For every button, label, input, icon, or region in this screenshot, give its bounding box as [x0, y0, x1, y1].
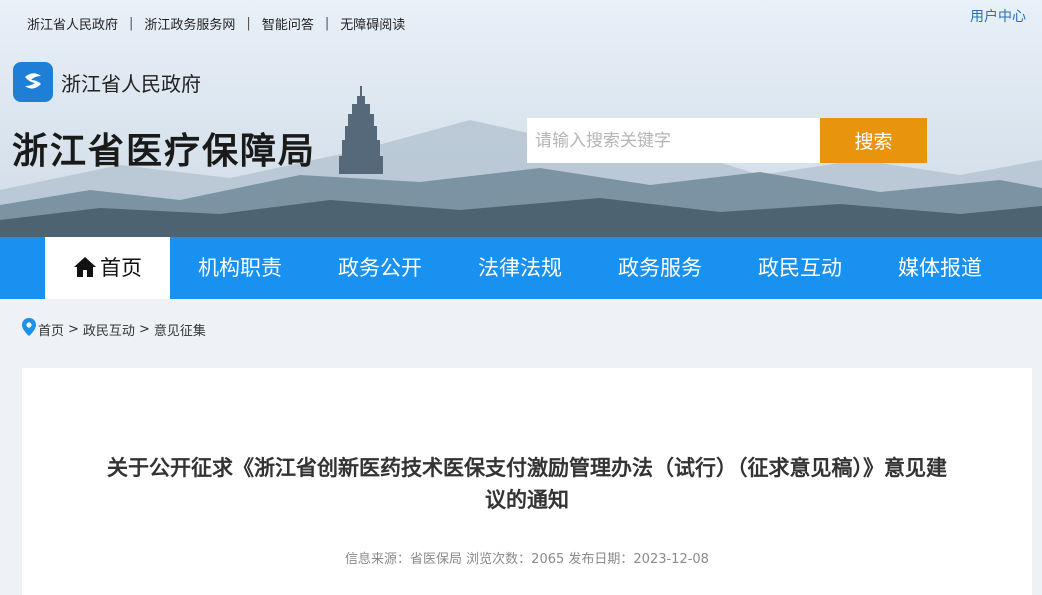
article-panel: 关于公开征求《浙江省创新医药技术医保支付激励管理办法（试行）（征求意见稿）》意见… — [22, 368, 1032, 595]
nav-item-gov-affairs[interactable]: 政务公开 — [310, 237, 450, 299]
site-header: 浙江省人民政府 | 浙江政务服务网 | 智能问答 | 无障碍阅读 用户中心 浙江… — [0, 0, 1042, 237]
breadcrumb-separator: > — [138, 321, 150, 337]
nav-item-home[interactable]: 首页 — [45, 237, 170, 299]
separator: | — [129, 16, 134, 31]
search-button[interactable]: 搜索 — [820, 118, 927, 163]
user-center-link[interactable]: 用户中心 — [970, 6, 1026, 26]
site-title: 浙江省医疗保障局 — [12, 131, 317, 172]
separator: | — [324, 16, 330, 31]
article-title: 关于公开征求《浙江省创新医药技术医保支付激励管理办法（试行）（征求意见稿）》意见… — [107, 456, 947, 512]
nav-item-org[interactable]: 机构职责 — [170, 237, 310, 299]
link-accessibility[interactable]: 无障碍阅读 — [340, 14, 405, 33]
breadcrumb-separator: > — [68, 321, 79, 337]
link-zj-gov[interactable]: 浙江省人民政府 — [27, 14, 118, 33]
breadcrumb-home[interactable]: 首页 — [38, 320, 64, 339]
nav-item-media[interactable]: 媒体报道 — [870, 237, 1010, 299]
search-input[interactable] — [527, 118, 820, 163]
main-nav: 首页 机构职责 政务公开 法律法规 政务服务 政民互动 媒体报道 — [0, 237, 1042, 299]
breadcrumb: 首页 > 政民互动 > 意见征集 — [22, 318, 206, 340]
top-links-bar: 浙江省人民政府 | 浙江政务服务网 | 智能问答 | 无障碍阅读 — [27, 14, 405, 33]
link-smart-qa[interactable]: 智能问答 — [262, 14, 314, 33]
breadcrumb-consultation[interactable]: 意见征集 — [154, 320, 206, 339]
emblem-icon — [13, 62, 53, 102]
separator: | — [246, 16, 251, 31]
gov-logo[interactable]: 浙江省人民政府 — [13, 62, 201, 102]
location-pin-icon — [22, 318, 36, 340]
nav-item-services[interactable]: 政务服务 — [590, 237, 730, 299]
gov-name: 浙江省人民政府 — [61, 71, 201, 96]
nav-item-law[interactable]: 法律法规 — [450, 237, 590, 299]
link-zj-service[interactable]: 浙江政务服务网 — [144, 14, 235, 33]
breadcrumb-interaction[interactable]: 政民互动 — [83, 320, 135, 339]
article-meta: 信息来源：省医保局 浏览次数：2065 发布日期：2023-12-08 — [345, 552, 709, 567]
nav-item-label: 首页 — [100, 256, 142, 280]
nav-item-interaction[interactable]: 政民互动 — [730, 237, 870, 299]
home-icon — [73, 240, 97, 302]
